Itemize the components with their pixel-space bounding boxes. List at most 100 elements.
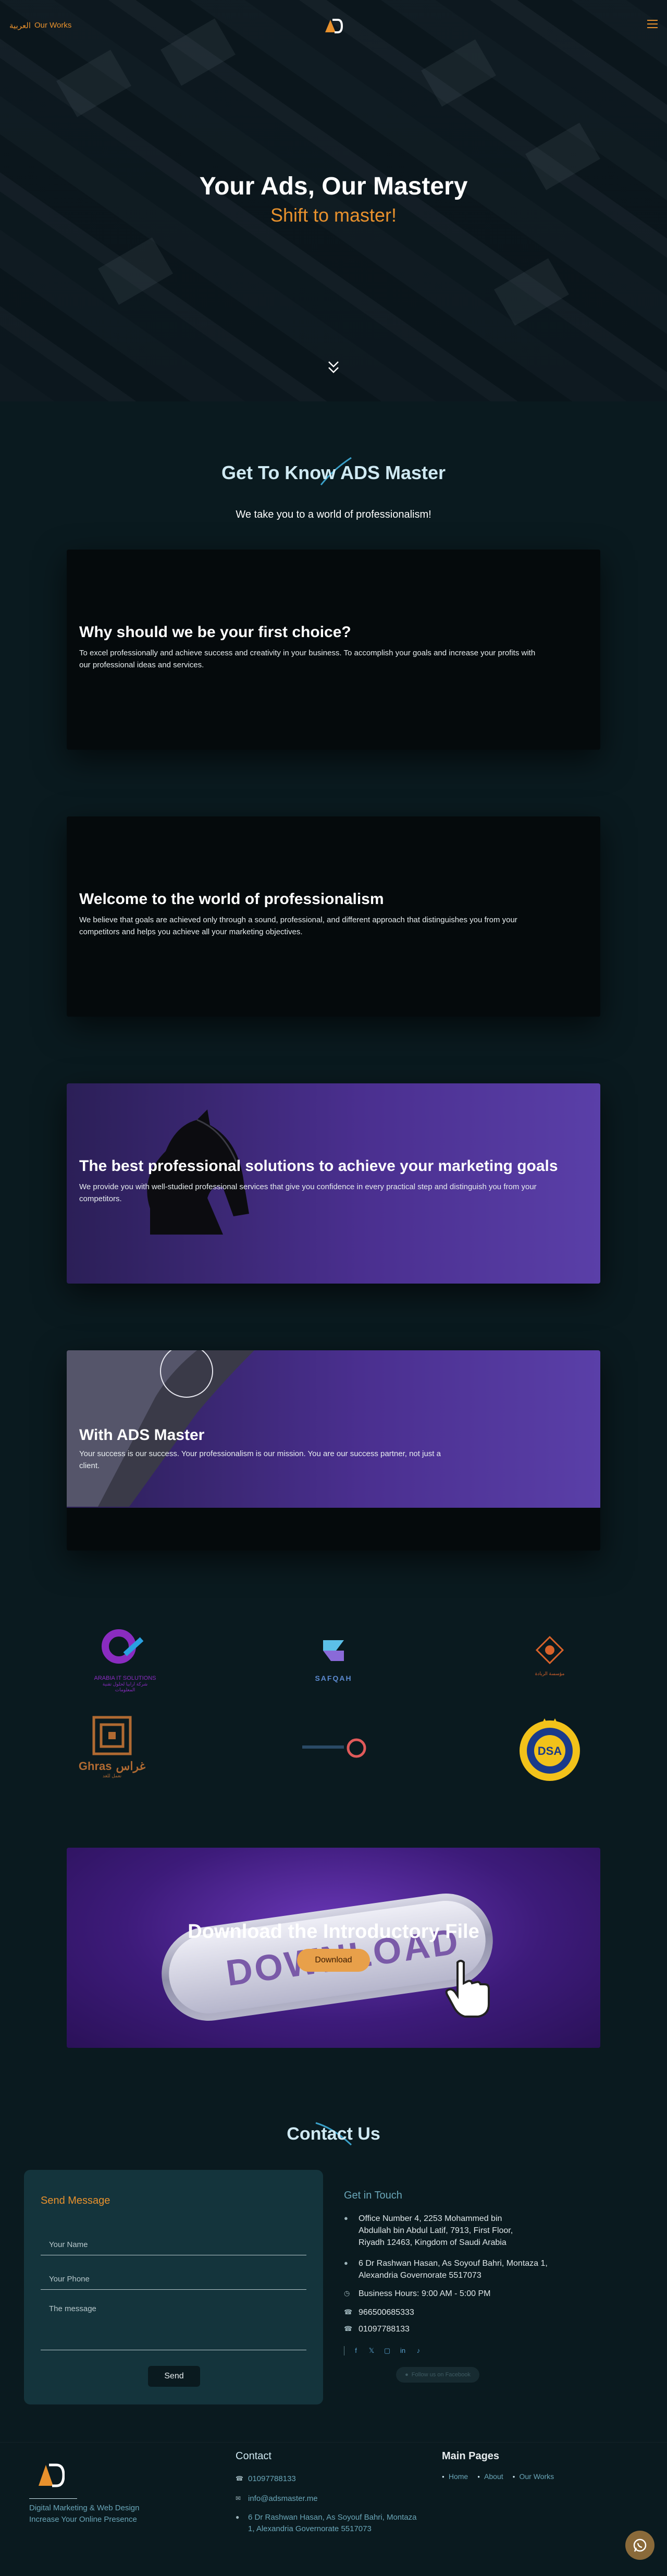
phone-icon: ☎: [344, 2308, 353, 2316]
partner-name: SAFQAH: [315, 1674, 352, 1682]
partner-logo-emblem[interactable]: مؤسسة الريادة: [526, 1632, 573, 1679]
download-banner: DOWNLOAD Download the Introductory File …: [67, 1848, 600, 2048]
emblem-logo-icon: [535, 1635, 564, 1665]
linkedin-icon[interactable]: in: [399, 2347, 407, 2355]
menu-icon[interactable]: [647, 20, 658, 29]
hero-section: العربية Our Works Your Ads, Our Mastery …: [0, 0, 667, 401]
phone-text: 966500685333: [359, 2308, 414, 2317]
facebook-icon[interactable]: f: [352, 2347, 360, 2355]
email-icon: ✉: [236, 2495, 241, 2502]
partner-logo-arabia[interactable]: ARABIA IT SOLUTIONS شركة ارابيا لحلول تق…: [94, 1626, 156, 1692]
about-card: Welcome to the world of professionalism …: [67, 816, 600, 1017]
info-phone-egypt[interactable]: ☎ 01097788133: [344, 2323, 410, 2335]
arabia-logo-icon: [102, 1629, 144, 1664]
footer-phone[interactable]: ☎ 01097788133: [236, 2473, 296, 2485]
phone-icon: ☎: [344, 2325, 353, 2333]
footer-link-home[interactable]: Home: [442, 2472, 468, 2481]
safqah-logo-icon: [323, 1640, 344, 1661]
about-card-title: Welcome to the world of professionalism: [79, 890, 384, 908]
contact-form: Send Message Send: [24, 2170, 323, 2404]
info-hours: ◷ Business Hours: 9:00 AM - 5:00 PM: [344, 2288, 490, 2300]
about-card-title: Why should we be your first choice?: [79, 624, 351, 641]
location-pin-icon: ●: [236, 2513, 240, 2521]
cursor-hand-icon: [445, 1960, 490, 2018]
our-works-link[interactable]: Our Works: [34, 21, 71, 30]
footer-address: ● 6 Dr Rashwan Hasan, As Soyouf Bahri, M…: [236, 2512, 423, 2535]
footer-email-text: info@adsmaster.me: [248, 2494, 318, 2503]
about-card-title: The best professional solutions to achie…: [79, 1157, 558, 1175]
partner-tagline: مؤسسة الريادة: [535, 1671, 565, 1676]
whatsapp-icon: [633, 2538, 647, 2552]
footer-phone-text: 01097788133: [248, 2474, 296, 2483]
address-text: Office Number 4, 2253 Mohammed bin Abdul…: [359, 2214, 513, 2248]
footer-contact-title: Contact: [236, 2450, 271, 2462]
partner-tagline: شركة ارابيا لحلول تقنية المعلومات: [102, 1681, 148, 1692]
svg-text:DSA: DSA: [538, 1744, 562, 1757]
download-title: Download the Introductory File: [188, 1921, 479, 1943]
info-address-egypt: ● 6 Dr Rashwan Hasan, As Soyouf Bahri, M…: [344, 2257, 563, 2281]
send-button[interactable]: Send: [148, 2366, 200, 2387]
message-textarea[interactable]: [41, 2300, 306, 2350]
footer-divider: [0, 2442, 667, 2443]
tiktok-icon[interactable]: ♪: [414, 2347, 423, 2355]
partner-name: Ghras: [78, 1760, 112, 1773]
top-navigation: العربية Our Works: [0, 17, 667, 38]
footer-link-our-works[interactable]: Our Works: [513, 2472, 554, 2481]
facebook-icon: ●: [405, 2372, 409, 2378]
partner-tagline: نعمل للغد: [102, 1773, 122, 1778]
hero-title: Your Ads, Our Mastery: [199, 173, 468, 200]
address-text: 6 Dr Rashwan Hasan, As Soyouf Bahri, Mon…: [359, 2259, 548, 2280]
hero-background-tile: [421, 39, 496, 107]
twitter-icon[interactable]: 𝕏: [367, 2347, 376, 2355]
form-heading: Send Message: [41, 2195, 110, 2206]
about-section-subtitle: We take you to a world of professionalis…: [236, 509, 431, 520]
phone-text: 01097788133: [359, 2325, 410, 2334]
partner-name-arabic: غراس: [116, 1760, 146, 1773]
partner-name: ARABIA IT SOLUTIONS: [94, 1675, 156, 1681]
footer-pages-title: Main Pages: [442, 2450, 500, 2462]
about-card: Why should we be your first choice? To e…: [67, 550, 600, 750]
partner-logo-ghras[interactable]: Ghras غراس نعمل للغد: [78, 1715, 146, 1778]
about-card: The best professional solutions to achie…: [67, 1083, 600, 1284]
social-links: f 𝕏 ▢ in ♪: [344, 2346, 423, 2355]
info-phone-saudi[interactable]: ☎ 966500685333: [344, 2306, 414, 2318]
download-button[interactable]: Download: [297, 1949, 370, 1972]
about-card-title: With ADS Master: [79, 1426, 205, 1444]
footer-logo-rule: [29, 2498, 77, 2499]
phone-icon: ☎: [236, 2475, 243, 2482]
ads-master-logo[interactable]: [38, 2463, 65, 2488]
footer-tagline: Digital Marketing & Web Design Increase …: [29, 2504, 140, 2524]
hero-subtitle: Shift to master!: [270, 204, 397, 226]
hero-background-tile: [494, 258, 569, 326]
footer-email[interactable]: ✉ info@adsmaster.me: [236, 2493, 318, 2505]
about-card-banner: With ADS Master Your success is our succ…: [67, 1350, 600, 1508]
about-section-title: Get To Know ADS Master: [221, 462, 446, 483]
ghras-logo-icon: [92, 1716, 132, 1755]
name-input[interactable]: [41, 2235, 306, 2255]
footer-pages-list: Home About Our Works: [442, 2472, 554, 2481]
phone-input[interactable]: [41, 2269, 306, 2290]
contact-section-title: Contact Us: [287, 2124, 380, 2144]
hero-background-tile: [98, 237, 173, 305]
partner-logo-seal[interactable]: DSA: [516, 1715, 584, 1783]
about-card-text: We believe that goals are achieved only …: [79, 915, 517, 936]
seal-logo-icon: DSA: [520, 1718, 580, 1781]
ads-master-logo[interactable]: [324, 19, 343, 33]
whatsapp-button[interactable]: [625, 2531, 654, 2560]
follow-label: Follow us on Facebook: [411, 2372, 471, 2378]
follow-facebook-button[interactable]: ● Follow us on Facebook: [396, 2367, 479, 2383]
about-card-text: Your success is our success. Your profes…: [79, 1449, 441, 1470]
partner-logo-safqah[interactable]: SAFQAH: [307, 1630, 360, 1687]
footer-address-text: 6 Dr Rashwan Hasan, As Soyouf Bahri, Mon…: [248, 2513, 417, 2533]
language-switch-link[interactable]: العربية: [9, 21, 31, 30]
footer-link-about[interactable]: About: [477, 2472, 503, 2481]
info-address-saudi: ● Office Number 4, 2253 Mohammed bin Abd…: [344, 2213, 521, 2249]
ghras-wordmark: Ghras غراس: [78, 1760, 146, 1773]
location-pin-icon: ●: [344, 2259, 348, 2267]
partner-logo-circle[interactable]: [292, 1735, 375, 1761]
instagram-icon[interactable]: ▢: [383, 2347, 391, 2355]
hero-background-tile: [56, 50, 131, 117]
circle-brand-logo-icon: [302, 1738, 366, 1758]
chevron-down-icon[interactable]: [327, 360, 340, 375]
about-card-text: We provide you with well-studied profess…: [79, 1182, 537, 1203]
